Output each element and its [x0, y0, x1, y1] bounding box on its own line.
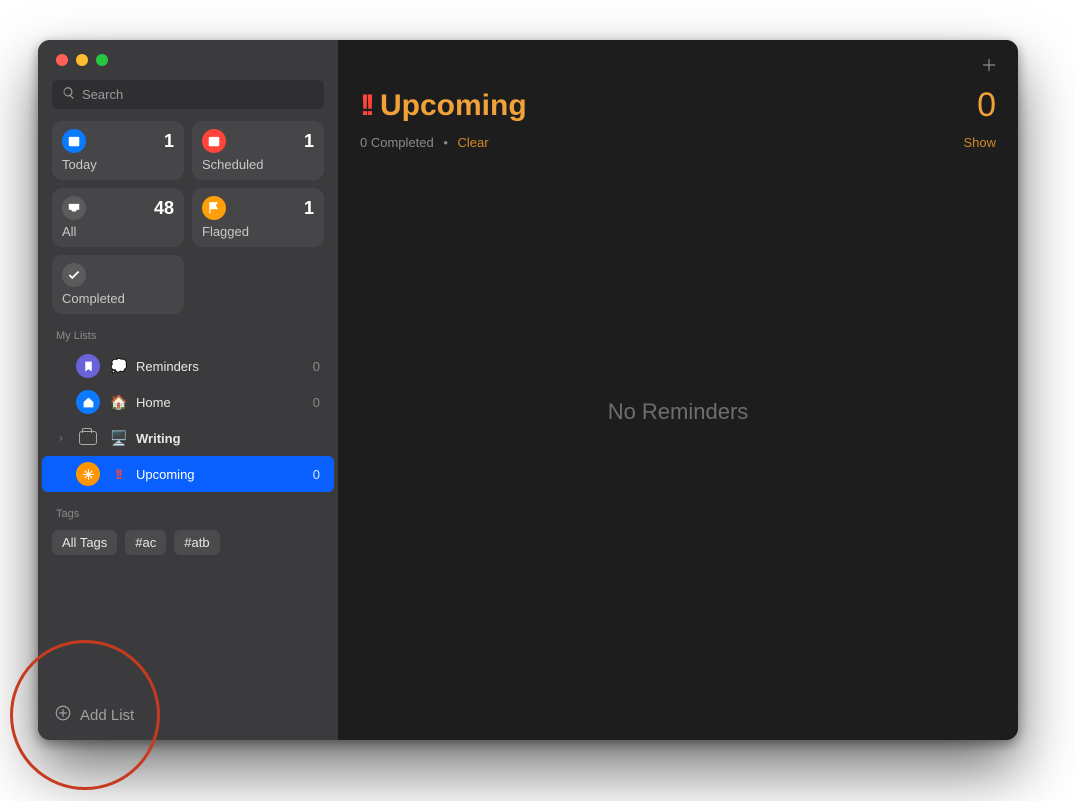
- search-field[interactable]: [52, 80, 324, 109]
- sidebar: 1 Today 1 Scheduled 48: [38, 40, 338, 740]
- smart-card-count: 1: [304, 131, 314, 152]
- list-count: 0: [313, 467, 320, 482]
- list-item-upcoming[interactable]: !! Upcoming 0: [42, 456, 334, 492]
- tag-chip-ac[interactable]: #ac: [125, 530, 166, 555]
- priority-bang-icon: !!: [110, 466, 126, 482]
- list-label: Reminders: [136, 359, 303, 374]
- smart-card-label: All: [62, 224, 174, 239]
- list-item-reminders[interactable]: 💭 Reminders 0: [42, 348, 334, 384]
- smart-card-flagged[interactable]: 1 Flagged: [192, 188, 324, 247]
- smart-card-today[interactable]: 1 Today: [52, 121, 184, 180]
- new-reminder-button[interactable]: [978, 54, 1000, 76]
- main-pane: !! Upcoming 0 0 Completed • Clear Show N…: [338, 40, 1018, 740]
- list-emoji: 🏠: [110, 394, 126, 411]
- smart-card-count: 1: [304, 198, 314, 219]
- minimize-window-button[interactable]: [76, 54, 88, 66]
- flag-icon: [202, 196, 226, 220]
- smart-card-label: Today: [62, 157, 174, 172]
- smart-card-scheduled[interactable]: 1 Scheduled: [192, 121, 324, 180]
- list-item-home[interactable]: 🏠 Home 0: [42, 384, 334, 420]
- check-icon: [62, 263, 86, 287]
- calendar-today-icon: [62, 129, 86, 153]
- search-input[interactable]: [82, 87, 314, 102]
- smart-card-label: Completed: [62, 291, 174, 306]
- page-count: 0: [977, 86, 996, 125]
- main-toolbar: [338, 40, 1018, 76]
- smart-card-label: Flagged: [202, 224, 314, 239]
- section-header-mylists: My Lists: [38, 314, 338, 348]
- list-count: 0: [313, 359, 320, 374]
- smart-card-label: Scheduled: [202, 157, 314, 172]
- calendar-icon: [202, 129, 226, 153]
- list-count: 0: [313, 395, 320, 410]
- app-window: 1 Today 1 Scheduled 48: [38, 40, 1018, 740]
- list-label: Upcoming: [136, 467, 303, 482]
- tag-chip-atb[interactable]: #atb: [174, 530, 219, 555]
- list-item-writing-folder[interactable]: › 🖥️ Writing: [42, 420, 334, 456]
- add-list-label: Add List: [80, 707, 134, 724]
- priority-bang-icon: !!: [360, 89, 370, 123]
- zoom-window-button[interactable]: [96, 54, 108, 66]
- section-header-tags: Tags: [38, 492, 338, 526]
- list-emoji: 💭: [110, 358, 126, 375]
- list-label: Writing: [136, 431, 320, 446]
- tags-row: All Tags #ac #atb: [38, 526, 338, 559]
- close-window-button[interactable]: [56, 54, 68, 66]
- smart-card-count: 48: [154, 198, 174, 219]
- search-icon: [62, 86, 76, 103]
- window-controls: [38, 54, 338, 80]
- tag-chip-all[interactable]: All Tags: [52, 530, 117, 555]
- main-header: !! Upcoming 0: [338, 76, 1018, 131]
- house-icon: [76, 390, 100, 414]
- chevron-right-icon[interactable]: ›: [56, 433, 66, 444]
- tray-icon: [62, 196, 86, 220]
- folder-icon: [76, 426, 100, 450]
- list-emoji: 🖥️: [110, 430, 126, 447]
- plus-circle-icon: [54, 704, 72, 726]
- add-list-button[interactable]: Add List: [38, 689, 338, 740]
- smart-card-count: 1: [164, 131, 174, 152]
- smart-card-completed[interactable]: Completed: [52, 255, 184, 314]
- asterisk-icon: [76, 462, 100, 486]
- page-title: !! Upcoming: [360, 89, 527, 123]
- empty-state-text: No Reminders: [338, 124, 1018, 700]
- list-label: Home: [136, 395, 303, 410]
- page-title-text: Upcoming: [380, 89, 527, 123]
- bookmark-icon: [76, 354, 100, 378]
- smart-lists-grid: 1 Today 1 Scheduled 48: [38, 121, 338, 314]
- smart-card-all[interactable]: 48 All: [52, 188, 184, 247]
